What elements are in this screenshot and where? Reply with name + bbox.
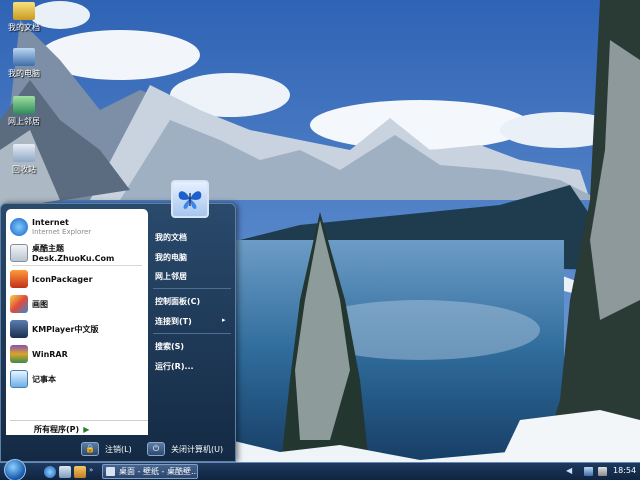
desktop-icon-label: 我的电脑 bbox=[8, 69, 40, 78]
start-item-winrar[interactable]: WinRAR bbox=[10, 344, 146, 364]
start-item-label: Internet bbox=[32, 218, 69, 227]
start-item-search[interactable]: 搜索(S) bbox=[155, 341, 184, 352]
submenu-arrow-icon: ▸ bbox=[222, 316, 226, 324]
volume-tray-icon[interactable] bbox=[598, 467, 607, 476]
start-item-label: 连接到(T) bbox=[155, 317, 192, 326]
iconpackager-icon bbox=[10, 270, 28, 288]
start-item-my-documents[interactable]: 我的文档 bbox=[155, 232, 187, 243]
user-avatar[interactable] bbox=[171, 180, 209, 218]
start-menu-programs-pane: Internet Internet Explorer 桌酷主题Desk.Zhuo… bbox=[6, 209, 148, 435]
arrow-right-icon: ▶ bbox=[83, 425, 90, 434]
documents-folder-icon bbox=[13, 2, 35, 20]
network-icon bbox=[13, 96, 35, 114]
taskbar-button-label: 桌面 - 壁纸 - 桌酷壁... bbox=[119, 467, 198, 476]
start-item-label: 记事本 bbox=[32, 374, 56, 384]
menu-separator bbox=[153, 288, 231, 289]
kmplayer-icon bbox=[10, 320, 28, 338]
zhuoku-theme-icon bbox=[10, 244, 28, 262]
menu-separator bbox=[153, 333, 231, 334]
start-item-iconpackager[interactable]: IconPackager bbox=[10, 269, 146, 289]
taskbar-button-zhuoku[interactable]: 桌面 - 壁纸 - 桌酷壁... bbox=[102, 464, 198, 479]
start-item-label: 桌酷主题Desk.ZhuoKu.Com bbox=[32, 244, 115, 263]
start-item-notepad[interactable]: 记事本 bbox=[10, 369, 146, 389]
start-button[interactable] bbox=[4, 459, 26, 480]
start-item-sublabel: Internet Explorer bbox=[32, 228, 92, 236]
start-menu-footer: 🔒 注销(L) ⏻ 关闭计算机(U) bbox=[1, 437, 235, 462]
start-item-control-panel[interactable]: 控制面板(C) bbox=[155, 296, 200, 307]
start-item-label: IconPackager bbox=[32, 274, 93, 284]
taskbar: » 桌面 - 壁纸 - 桌酷壁... ◀ 18:54 bbox=[0, 459, 640, 480]
desktop-icon-my-documents[interactable]: 我的文档 bbox=[2, 2, 46, 33]
desktop-icon-network[interactable]: 网上邻居 bbox=[2, 96, 46, 127]
start-menu: Internet Internet Explorer 桌酷主题Desk.Zhuo… bbox=[0, 203, 236, 462]
winrar-icon bbox=[10, 345, 28, 363]
start-item-label: 搜索(S) bbox=[155, 342, 185, 351]
quicklaunch-desktop-icon[interactable] bbox=[59, 466, 71, 478]
menu-separator bbox=[12, 265, 142, 266]
start-item-my-computer[interactable]: 我的电脑 bbox=[155, 252, 187, 263]
quicklaunch-ie-icon[interactable] bbox=[44, 466, 56, 478]
desktop-icon-label: 网上邻居 bbox=[8, 117, 40, 126]
computer-icon bbox=[13, 48, 35, 66]
logoff-button[interactable]: 🔒 bbox=[81, 442, 99, 456]
start-item-label: 我的文档 bbox=[155, 233, 187, 242]
start-item-internet[interactable]: Internet Internet Explorer bbox=[10, 217, 146, 237]
paint-icon bbox=[10, 295, 28, 313]
desktop-icon-label: 我的文档 bbox=[8, 23, 40, 32]
all-programs-label: 所有程序(P) bbox=[34, 425, 80, 434]
quicklaunch-more-icon[interactable]: » bbox=[89, 466, 95, 478]
notepad-icon bbox=[10, 370, 28, 388]
tray-expand-icon[interactable]: ◀ bbox=[566, 466, 572, 475]
start-item-network[interactable]: 网上邻居 bbox=[155, 271, 187, 282]
start-item-label: KMPlayer中文版 bbox=[32, 324, 99, 334]
desktop-icon-my-computer[interactable]: 我的电脑 bbox=[2, 48, 46, 79]
shutdown-button[interactable]: ⏻ bbox=[147, 442, 165, 456]
start-item-label: 网上邻居 bbox=[155, 272, 187, 281]
start-item-label: 画图 bbox=[32, 299, 48, 309]
start-item-label: 运行(R)... bbox=[155, 362, 194, 371]
network-tray-icon[interactable] bbox=[584, 467, 593, 476]
window-icon bbox=[106, 467, 115, 476]
quicklaunch-media-icon[interactable] bbox=[74, 466, 86, 478]
all-programs-button[interactable]: 所有程序(P) ▶ bbox=[10, 420, 148, 436]
start-item-kmplayer[interactable]: KMPlayer中文版 bbox=[10, 319, 146, 339]
desktop-icon-label: 回收站 bbox=[12, 165, 36, 174]
butterfly-icon bbox=[178, 191, 202, 209]
lock-icon: 🔒 bbox=[85, 444, 95, 453]
start-item-label: 我的电脑 bbox=[155, 253, 187, 262]
power-icon: ⏻ bbox=[152, 444, 160, 453]
recycle-bin-icon bbox=[13, 144, 35, 162]
start-item-zhuoku[interactable]: 桌酷主题Desk.ZhuoKu.Com bbox=[10, 243, 146, 263]
desktop-icon-recycle-bin[interactable]: 回收站 bbox=[2, 144, 46, 175]
start-item-paint[interactable]: 画图 bbox=[10, 294, 146, 314]
start-item-label: 控制面板(C) bbox=[155, 297, 201, 306]
clock[interactable]: 18:54 bbox=[613, 466, 636, 475]
start-item-run[interactable]: 运行(R)... bbox=[155, 361, 194, 372]
logoff-label[interactable]: 注销(L) bbox=[105, 444, 132, 455]
start-item-label: WinRAR bbox=[32, 349, 68, 359]
internet-explorer-icon bbox=[10, 218, 28, 236]
shutdown-label[interactable]: 关闭计算机(U) bbox=[171, 444, 223, 455]
start-item-connect-to[interactable]: 连接到(T) bbox=[155, 316, 192, 327]
